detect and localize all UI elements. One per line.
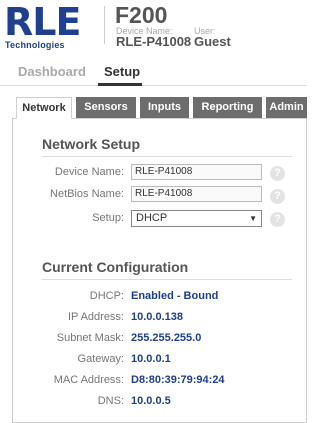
config-value: 10.0.0.1 xyxy=(131,353,171,365)
nav-dashboard[interactable]: Dashboard xyxy=(18,64,86,79)
setup-label: Setup: xyxy=(92,212,124,224)
config-label: DHCP: xyxy=(89,290,124,302)
model-name: F200 xyxy=(115,2,168,28)
tab-admin[interactable]: Admin xyxy=(266,97,307,118)
tab-network[interactable]: Network xyxy=(16,97,72,119)
config-value: 10.0.0.5 xyxy=(131,395,171,407)
user-value: Guest xyxy=(194,34,231,49)
logo-subtext: Technologies xyxy=(5,40,65,50)
setup-select-value: DHCP xyxy=(136,212,168,224)
help-icon[interactable]: ? xyxy=(270,189,285,204)
config-value: D8:80:39:79:94:24 xyxy=(131,374,225,386)
header-divider xyxy=(104,6,105,44)
current-config-title: Current Configuration xyxy=(42,259,189,275)
help-icon[interactable]: ? xyxy=(270,166,285,181)
config-label: MAC Address: xyxy=(53,374,124,386)
logo-text: RLE xyxy=(4,0,81,44)
nav-active-indicator xyxy=(98,83,142,86)
config-label: IP Address: xyxy=(67,311,124,323)
network-setup-title: Network Setup xyxy=(42,136,141,152)
config-label: Gateway: xyxy=(77,353,124,365)
section-divider xyxy=(42,279,292,280)
tab-sensors[interactable]: Sensors xyxy=(76,97,136,118)
nav-setup[interactable]: Setup xyxy=(104,64,140,79)
config-value: 255.255.255.0 xyxy=(131,332,202,344)
tab-reporting[interactable]: Reporting xyxy=(193,97,262,118)
config-label: Subnet Mask: xyxy=(56,332,124,344)
section-divider xyxy=(42,156,292,157)
help-icon[interactable]: ? xyxy=(270,212,285,227)
top-nav: Dashboard Setup xyxy=(0,58,307,86)
device-name-field[interactable]: RLE-P41008 xyxy=(131,164,262,180)
device-name-value: RLE-P41008 xyxy=(116,34,192,49)
config-value: 10.0.0.138 xyxy=(131,311,183,323)
header: RLE Technologies F200 Device Name: RLE-P… xyxy=(0,0,307,54)
config-value: Enabled - Bound xyxy=(131,290,219,302)
caret-down-icon: ▼ xyxy=(249,214,257,223)
device-name-label: Device Name: xyxy=(54,166,124,178)
tab-inputs[interactable]: Inputs xyxy=(140,97,189,118)
rle-logo[interactable]: RLE Technologies xyxy=(4,2,96,50)
setup-select[interactable]: DHCP ▼ xyxy=(131,210,262,227)
netbios-name-field[interactable]: RLE-P41008 xyxy=(131,186,262,202)
netbios-name-label: NetBios Name: xyxy=(50,188,124,200)
config-label: DNS: xyxy=(97,395,124,407)
